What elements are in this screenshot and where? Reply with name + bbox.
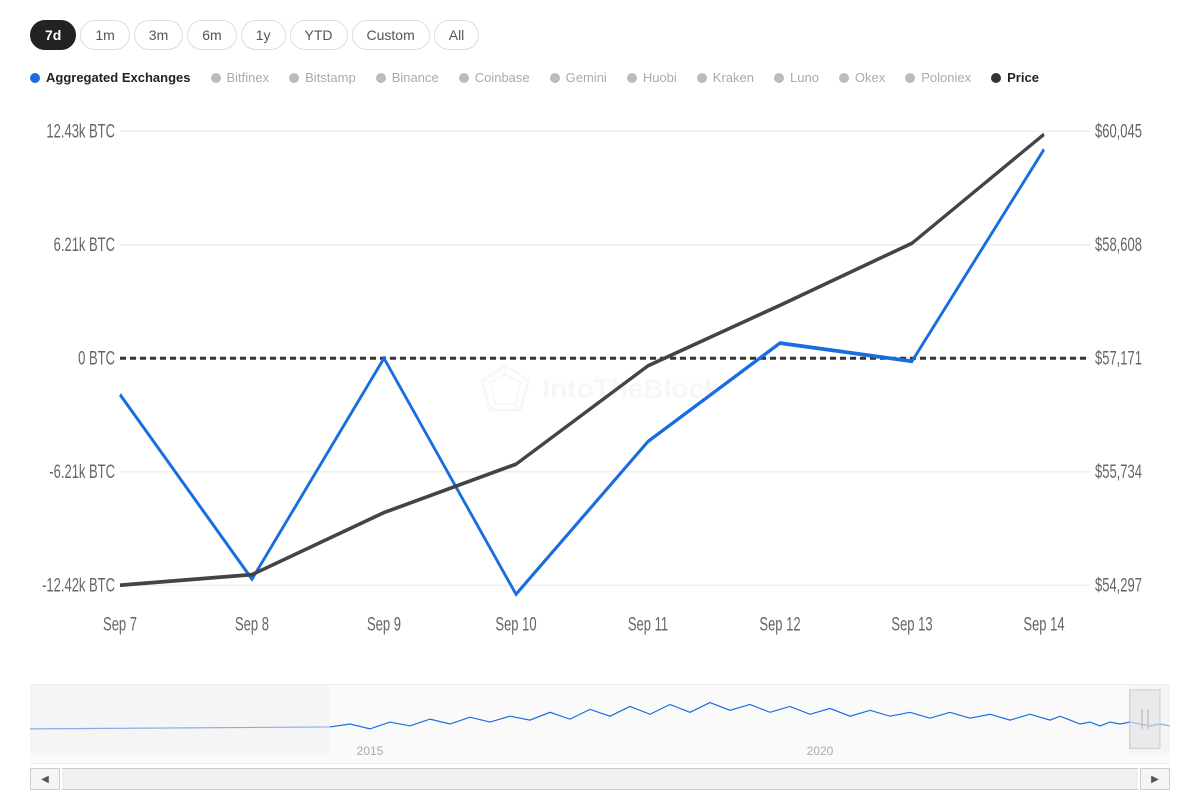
svg-text:Sep 13: Sep 13 bbox=[891, 613, 932, 635]
svg-text:Sep 11: Sep 11 bbox=[628, 613, 668, 635]
legend-dot bbox=[905, 73, 915, 83]
time-btn-3m[interactable]: 3m bbox=[134, 20, 183, 50]
svg-text:Sep 9: Sep 9 bbox=[367, 613, 401, 635]
legend-dot bbox=[289, 73, 299, 83]
legend-dot bbox=[459, 73, 469, 83]
svg-text:0 BTC: 0 BTC bbox=[78, 347, 115, 369]
svg-text:2015: 2015 bbox=[357, 744, 384, 758]
legend-dot bbox=[697, 73, 707, 83]
legend-item-huobi[interactable]: Huobi bbox=[627, 70, 677, 85]
main-container: 7d1m3m6m1yYTDCustomAll Aggregated Exchan… bbox=[0, 0, 1200, 800]
legend-dot bbox=[550, 73, 560, 83]
legend-label: Okex bbox=[855, 70, 885, 85]
svg-text:Sep 12: Sep 12 bbox=[759, 613, 800, 635]
svg-text:2020: 2020 bbox=[807, 744, 834, 758]
svg-text:12.43k BTC: 12.43k BTC bbox=[46, 120, 115, 142]
main-chart-container: IntoTheBlock 12.43k BTC 6.21k BTC 0 BTC … bbox=[30, 101, 1170, 676]
legend-item-okex[interactable]: Okex bbox=[839, 70, 885, 85]
scrollbar-track[interactable] bbox=[62, 768, 1138, 790]
legend-label: Kraken bbox=[713, 70, 754, 85]
time-btn-custom[interactable]: Custom bbox=[352, 20, 430, 50]
time-btn-1y[interactable]: 1y bbox=[241, 20, 286, 50]
legend-dot bbox=[376, 73, 386, 83]
legend-label: Binance bbox=[392, 70, 439, 85]
legend-label: Poloniex bbox=[921, 70, 971, 85]
time-btn-all[interactable]: All bbox=[434, 20, 480, 50]
time-btn-1m[interactable]: 1m bbox=[80, 20, 129, 50]
legend-dot bbox=[839, 73, 849, 83]
legend-label: Huobi bbox=[643, 70, 677, 85]
time-btn-ytd[interactable]: YTD bbox=[290, 20, 348, 50]
legend-item-bitfinex[interactable]: Bitfinex bbox=[211, 70, 270, 85]
scroll-right-button[interactable]: ▶ bbox=[1140, 768, 1170, 790]
navigator: 2015 2020 bbox=[30, 684, 1170, 764]
legend-dot bbox=[774, 73, 784, 83]
svg-text:-6.21k BTC: -6.21k BTC bbox=[49, 460, 115, 482]
legend-item-coinbase[interactable]: Coinbase bbox=[459, 70, 530, 85]
legend-item-gemini[interactable]: Gemini bbox=[550, 70, 607, 85]
legend-item-binance[interactable]: Binance bbox=[376, 70, 439, 85]
scroll-left-button[interactable]: ◀ bbox=[30, 768, 60, 790]
legend-dot bbox=[211, 73, 221, 83]
legend-label: Bitfinex bbox=[227, 70, 270, 85]
legend-dot bbox=[627, 73, 637, 83]
legend-label: Bitstamp bbox=[305, 70, 356, 85]
chart-legend: Aggregated Exchanges Bitfinex Bitstamp Bina… bbox=[30, 70, 1170, 85]
legend-dot bbox=[991, 73, 1001, 83]
svg-text:6.21k BTC: 6.21k BTC bbox=[54, 233, 115, 255]
legend-label: Coinbase bbox=[475, 70, 530, 85]
svg-text:-12.42k BTC: -12.42k BTC bbox=[42, 574, 115, 596]
svg-text:Sep 8: Sep 8 bbox=[235, 613, 269, 635]
time-range-bar: 7d1m3m6m1yYTDCustomAll bbox=[30, 20, 1170, 50]
svg-text:$60,045: $60,045 bbox=[1095, 120, 1142, 142]
legend-label: Aggregated Exchanges bbox=[46, 70, 191, 85]
svg-text:$57,171: $57,171 bbox=[1095, 347, 1142, 369]
legend-label: Price bbox=[1007, 70, 1039, 85]
legend-item-bitstamp[interactable]: Bitstamp bbox=[289, 70, 356, 85]
legend-label: Gemini bbox=[566, 70, 607, 85]
svg-text:$54,297: $54,297 bbox=[1095, 574, 1142, 596]
legend-item-kraken[interactable]: Kraken bbox=[697, 70, 754, 85]
legend-dot bbox=[30, 73, 40, 83]
svg-text:Sep 14: Sep 14 bbox=[1023, 613, 1064, 635]
legend-item-luno[interactable]: Luno bbox=[774, 70, 819, 85]
chart-area: IntoTheBlock 12.43k BTC 6.21k BTC 0 BTC … bbox=[30, 101, 1170, 790]
time-btn-7d[interactable]: 7d bbox=[30, 20, 76, 50]
scrollbar-row: ◀ ▶ bbox=[30, 768, 1170, 790]
svg-text:$55,734: $55,734 bbox=[1095, 460, 1142, 482]
svg-text:Sep 10: Sep 10 bbox=[495, 613, 536, 635]
legend-item-aggregated-exchanges[interactable]: Aggregated Exchanges bbox=[30, 70, 191, 85]
time-btn-6m[interactable]: 6m bbox=[187, 20, 236, 50]
svg-text:$58,608: $58,608 bbox=[1095, 233, 1142, 255]
svg-text:Sep 7: Sep 7 bbox=[103, 613, 137, 635]
legend-item-price[interactable]: Price bbox=[991, 70, 1039, 85]
legend-item-poloniex[interactable]: Poloniex bbox=[905, 70, 971, 85]
legend-label: Luno bbox=[790, 70, 819, 85]
